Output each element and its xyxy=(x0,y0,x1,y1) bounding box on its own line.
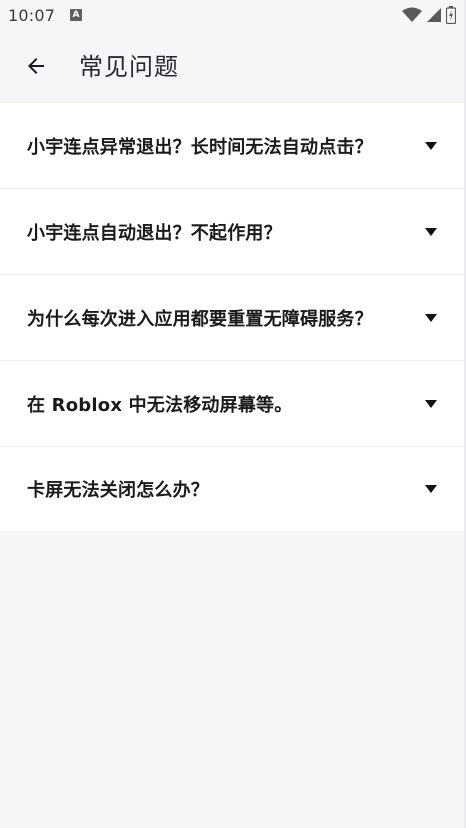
caret-down-icon[interactable] xyxy=(425,141,437,150)
faq-question: 在 Roblox 中无法移动屏幕等。 xyxy=(27,394,293,416)
wifi-icon xyxy=(402,7,422,22)
caret-down-icon[interactable] xyxy=(425,227,437,236)
status-icons xyxy=(402,5,456,25)
caret-down-icon[interactable] xyxy=(425,399,437,408)
faq-item[interactable]: 卡屏无法关闭怎么办？ xyxy=(0,447,466,531)
a-icon: A xyxy=(70,9,82,21)
faq-question: 为什么每次进入应用都要重置无障碍服务？ xyxy=(27,308,373,330)
app-bar: 常见问题 xyxy=(0,32,466,102)
caret-down-icon[interactable] xyxy=(425,485,437,493)
faq-item[interactable]: 为什么每次进入应用都要重置无障碍服务？ xyxy=(0,275,466,361)
status-bar: 10:07 A xyxy=(0,0,466,32)
signal-icon xyxy=(427,8,441,22)
page-title: 常见问题 xyxy=(79,53,179,81)
caret-down-icon[interactable] xyxy=(425,313,437,322)
faq-question: 小宇连点自动退出？不起作用？ xyxy=(27,222,282,244)
status-time: 10:07 xyxy=(8,6,56,25)
back-button[interactable] xyxy=(14,44,58,88)
faq-item[interactable]: 小宇连点自动退出？不起作用？ xyxy=(0,189,466,275)
faq-item[interactable]: 在 Roblox 中无法移动屏幕等。 xyxy=(0,361,466,447)
screen: 10:07 A 常见问题 小宇连点异常退出？长时间无法自动点击？ 小宇连点自动退… xyxy=(0,0,466,828)
faq-question: 小宇连点异常退出？长时间无法自动点击？ xyxy=(27,136,373,158)
battery-icon xyxy=(446,6,456,24)
arrow-left-icon xyxy=(28,58,44,74)
faq-item[interactable]: 小宇连点异常退出？长时间无法自动点击？ xyxy=(0,103,466,189)
faq-list: 小宇连点异常退出？长时间无法自动点击？ 小宇连点自动退出？不起作用？ 为什么每次… xyxy=(0,103,466,531)
faq-question: 卡屏无法关闭怎么办？ xyxy=(27,480,209,501)
